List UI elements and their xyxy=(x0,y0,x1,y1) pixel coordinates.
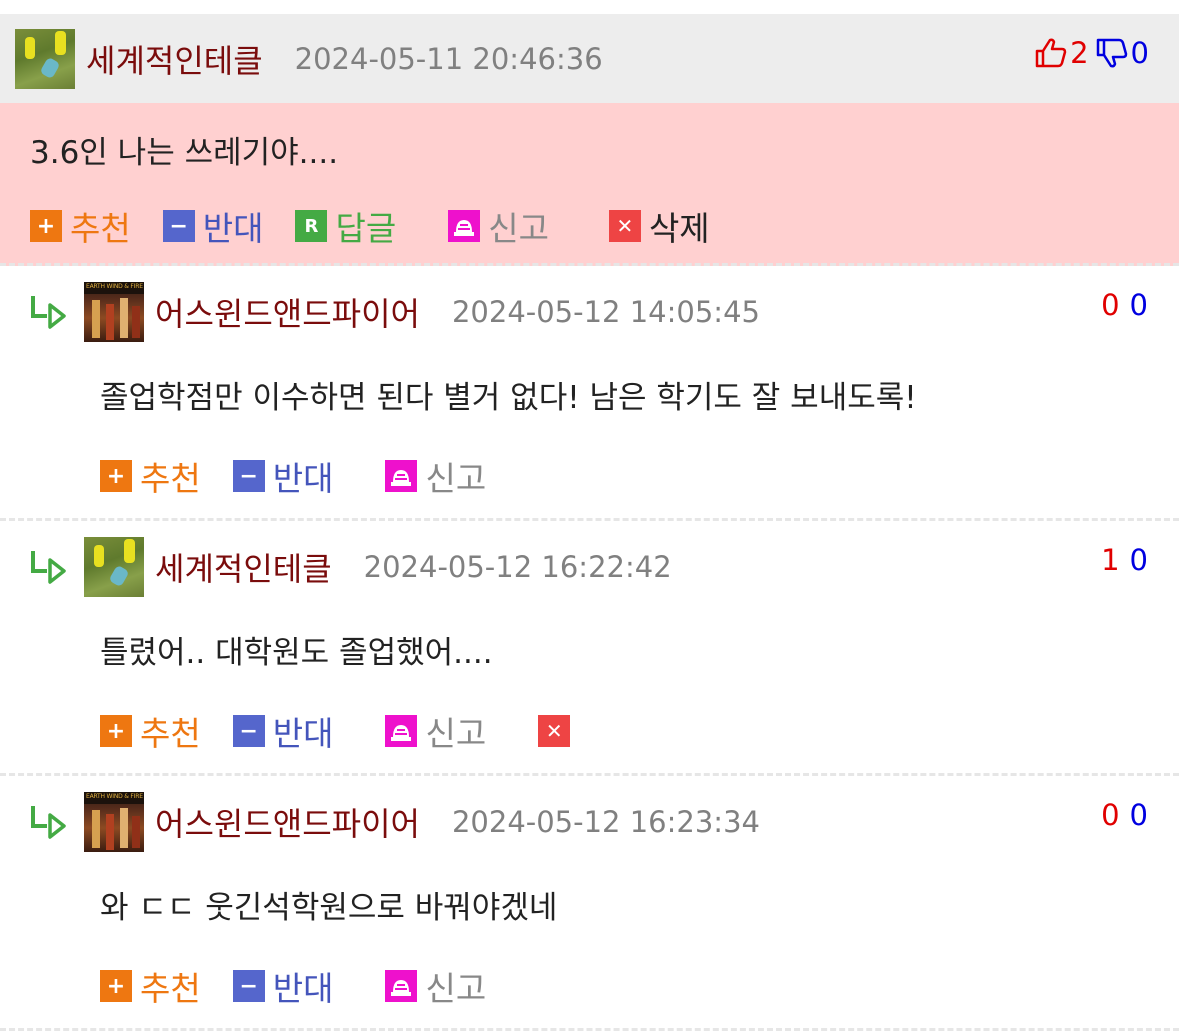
recommend-label: 추천 xyxy=(140,459,201,498)
minus-icon: − xyxy=(162,210,195,242)
delete-label: 삭제 xyxy=(648,209,710,248)
upvote-count: 0 xyxy=(1101,288,1120,322)
report-label: 신고 xyxy=(425,459,487,498)
oppose-label: 반대 xyxy=(272,714,334,753)
recommend-label: 추천 xyxy=(70,209,131,248)
oppose-label: 반대 xyxy=(272,459,334,498)
oppose-button[interactable]: − 반대 xyxy=(232,707,334,755)
report-button[interactable]: 신고 xyxy=(385,707,486,755)
siren-icon xyxy=(385,715,418,747)
vote-counts: 2 0 xyxy=(1034,36,1149,70)
comment-text: 졸업학점만 이수하면 된다 별거 없다! 남은 학기도 잘 보내도록! xyxy=(100,380,917,416)
comment-text: 틀렸어.. 대학원도 졸업했어.... xyxy=(100,635,493,671)
comment-datetime: 2024-05-12 16:22:42 xyxy=(363,550,672,584)
report-label: 신고 xyxy=(425,969,487,1008)
upvote-count: 2 xyxy=(1070,36,1089,70)
reply-button[interactable]: R 답글 xyxy=(295,202,396,250)
report-button[interactable]: 신고 xyxy=(385,962,486,1010)
avatar[interactable]: EARTH WIND & FIRE xyxy=(84,282,144,342)
report-label: 신고 xyxy=(488,209,549,248)
vote-counts: 00 xyxy=(1101,288,1148,322)
oppose-button[interactable]: − 반대 xyxy=(232,962,334,1010)
vote-counts: 00 xyxy=(1101,798,1148,832)
x-icon: ✕ xyxy=(538,715,571,747)
recommend-button[interactable]: + 추천 xyxy=(30,202,131,250)
upvote-count: 0 xyxy=(1101,798,1120,832)
comment-actions: + 추천 − 반대 R 답글 신고 ✕ 삭제 xyxy=(30,202,1179,250)
minus-icon: − xyxy=(232,970,265,1002)
recommend-button[interactable]: + 추천 xyxy=(100,962,201,1010)
comment-body: 3.6인 나는 쓰레기야.... + 추천 − 반대 R 답글 신고 ✕ 삭제 xyxy=(0,103,1179,266)
avatar[interactable]: EARTH WIND & FIRE xyxy=(84,792,144,852)
siren-icon xyxy=(385,460,418,492)
main-comment: 세계적인테클 2024-05-11 20:46:36 2 0 3.6인 나는 쓰… xyxy=(0,14,1179,266)
plus-icon: + xyxy=(30,210,62,242)
comment-header: 세계적인테클 2024-05-11 20:46:36 2 0 xyxy=(0,14,1179,103)
siren-icon xyxy=(448,210,481,242)
recommend-button[interactable]: + 추천 xyxy=(100,452,201,500)
plus-icon: + xyxy=(100,460,132,492)
downvote-count: 0 xyxy=(1129,543,1148,577)
minus-icon: − xyxy=(232,715,265,747)
minus-icon: − xyxy=(232,460,265,492)
reply-header: EARTH WIND & FIRE 어스윈드앤드파이어 2024-05-12 1… xyxy=(0,266,1179,342)
vote-counts: 10 xyxy=(1101,543,1148,577)
thumbs-up-icon[interactable] xyxy=(1034,36,1068,70)
top-spacer xyxy=(0,0,1179,14)
nickname[interactable]: 어스윈드앤드파이어 xyxy=(155,289,420,335)
delete-button[interactable]: ✕ xyxy=(538,715,578,747)
reply-item: EARTH WIND & FIRE 어스윈드앤드파이어 2024-05-12 1… xyxy=(0,776,1179,1031)
reply-arrow-icon xyxy=(31,296,66,329)
delete-button[interactable]: ✕ 삭제 xyxy=(608,202,710,250)
avatar[interactable] xyxy=(15,28,75,89)
recommend-label: 추천 xyxy=(140,714,201,753)
reply-arrow-icon xyxy=(31,806,66,839)
comment-actions: + 추천 − 반대 신고 xyxy=(100,962,1179,1010)
oppose-label: 반대 xyxy=(272,969,334,1008)
siren-icon xyxy=(385,970,418,1002)
x-icon: ✕ xyxy=(608,210,641,242)
nickname[interactable]: 세계적인테클 xyxy=(155,544,332,590)
thumbs-down-icon[interactable] xyxy=(1095,36,1129,70)
reply-item: EARTH WIND & FIRE 어스윈드앤드파이어 2024-05-12 1… xyxy=(0,266,1179,521)
report-label: 신고 xyxy=(425,714,487,753)
recommend-label: 추천 xyxy=(140,969,201,1008)
avatar[interactable] xyxy=(84,537,144,597)
downvote-count: 0 xyxy=(1130,36,1149,70)
reply-header: EARTH WIND & FIRE 어스윈드앤드파이어 2024-05-12 1… xyxy=(0,776,1179,852)
report-button[interactable]: 신고 xyxy=(448,202,549,250)
report-button[interactable]: 신고 xyxy=(385,452,486,500)
nickname[interactable]: 세계적인테클 xyxy=(86,36,263,82)
reply-arrow-icon xyxy=(31,551,66,584)
reply-header: 세계적인테클 2024-05-12 16:22:42 10 xyxy=(0,521,1179,597)
upvote-count: 1 xyxy=(1101,543,1120,577)
nickname[interactable]: 어스윈드앤드파이어 xyxy=(155,799,420,845)
recommend-button[interactable]: + 추천 xyxy=(100,707,201,755)
plus-icon: + xyxy=(100,970,132,1002)
oppose-button[interactable]: − 반대 xyxy=(232,452,334,500)
comment-datetime: 2024-05-11 20:46:36 xyxy=(294,41,603,76)
downvote-count: 0 xyxy=(1129,798,1148,832)
plus-icon: + xyxy=(100,715,132,747)
comment-actions: + 추천 − 반대 신고 ✕ xyxy=(100,707,1179,755)
oppose-button[interactable]: − 반대 xyxy=(162,202,264,250)
downvote-count: 0 xyxy=(1129,288,1148,322)
reply-icon: R xyxy=(295,210,328,242)
oppose-label: 반대 xyxy=(202,209,264,248)
reply-label: 답글 xyxy=(335,209,397,248)
comment-datetime: 2024-05-12 16:23:34 xyxy=(451,805,760,839)
comment-datetime: 2024-05-12 14:05:45 xyxy=(451,295,760,329)
reply-item: 세계적인테클 2024-05-12 16:22:42 10 틀렸어.. 대학원도… xyxy=(0,521,1179,776)
comment-text: 와 ㄷㄷ 웃긴석학원으로 바꿔야겠네 xyxy=(100,890,558,926)
comment-actions: + 추천 − 반대 신고 xyxy=(100,452,1179,500)
comment-text: 3.6인 나는 쓰레기야.... xyxy=(30,135,339,171)
